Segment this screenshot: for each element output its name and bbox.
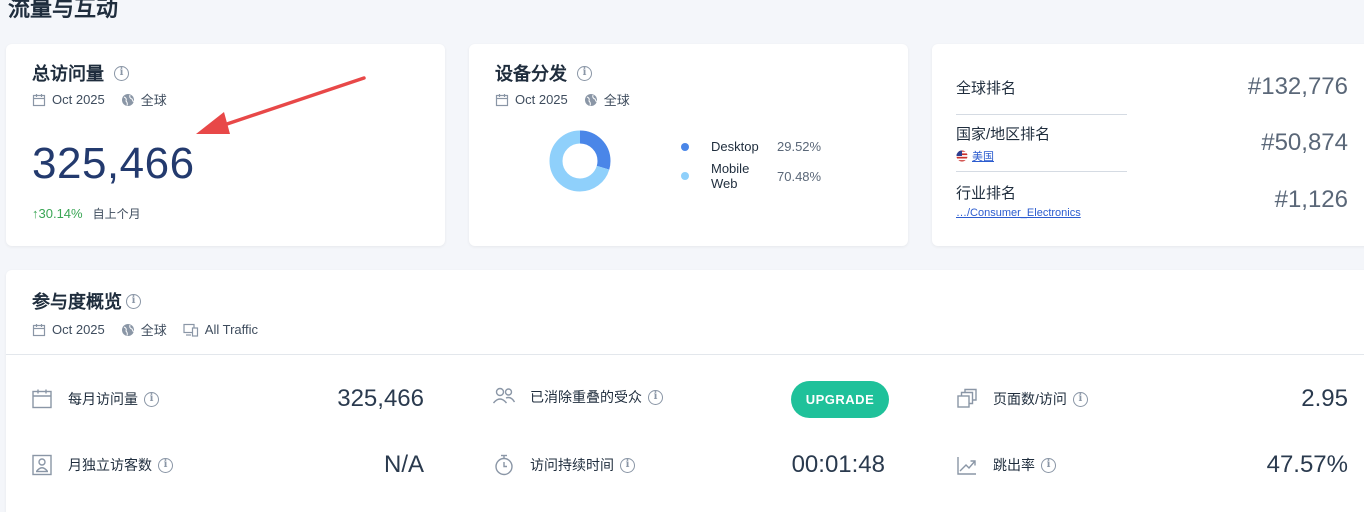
country-rank-text: 国家/地区排名 美国 <box>956 123 1050 164</box>
metric-label: 每月访问量 i <box>68 389 159 409</box>
device-date: Oct 2025 <box>515 92 568 107</box>
metric-visit-duration: 访问持续时间 i <box>492 450 635 480</box>
info-icon[interactable]: i <box>114 65 129 81</box>
calendar-icon <box>30 387 54 411</box>
industry-link[interactable]: …/Consumer_Electronics <box>956 207 1081 219</box>
calendar-icon <box>32 323 46 336</box>
us-flag-icon <box>956 150 968 161</box>
legend-value: 70.48% <box>777 168 822 184</box>
engagement-meta: Oct 2025 全球 All Traffic <box>32 320 1346 339</box>
metric-label: 页面数/访问 i <box>993 389 1088 409</box>
info-icon[interactable]: i <box>1072 391 1088 407</box>
upgrade-button[interactable]: UPGRADE <box>791 381 889 418</box>
metric-label: 已消除重叠的受众 i <box>530 387 663 407</box>
legend-desktop: Desktop 29.52% <box>681 139 821 154</box>
pages-per-visit-value: 2.95 <box>1301 385 1348 412</box>
global-rank-label: 全球排名 <box>956 79 1017 97</box>
info-icon[interactable]: i <box>1041 457 1056 473</box>
metric-dedup-audience: 已消除重叠的受众 i <box>492 382 663 412</box>
industry-rank-text: 行业排名 …/Consumer_Electronics <box>956 182 1081 219</box>
stopwatch-icon <box>492 453 516 477</box>
legend-value: 29.52% <box>777 139 822 154</box>
unique-visitors-value: N/A <box>383 451 424 478</box>
industry-rank-value: #1,126 <box>1274 186 1348 213</box>
metric-pages-per-visit: 页面数/访问 i <box>955 384 1088 414</box>
industry-rank-row: 行业排名 …/Consumer_Electronics #1,126 <box>956 179 1348 221</box>
metric-monthly-visits: 每月访问量 i <box>30 384 159 414</box>
monthly-visits-value: 325,466 <box>337 385 424 412</box>
engagement-header: 参与度概览 i Oct 2025 全球 All Traffic <box>6 270 1364 355</box>
industry-rank-sub: …/Consumer_Electronics <box>956 207 1081 219</box>
info-icon[interactable]: i <box>158 457 173 473</box>
monthly-visits-label: 每月访问量 <box>68 391 138 407</box>
visitor-card-icon <box>30 453 54 477</box>
visit-duration-value: 00:01:48 <box>791 451 885 478</box>
total-visits-value: 325,466 <box>32 139 195 188</box>
bounce-icon <box>955 453 979 477</box>
device-header: 设备分发 i <box>495 60 882 86</box>
devices-icon <box>183 323 198 337</box>
device-title: 设备分发 <box>495 64 567 84</box>
device-region: 全球 <box>603 93 630 108</box>
legend-dot-mobile <box>681 172 689 180</box>
dedup-audience-label: 已消除重叠的受众 <box>530 389 642 405</box>
engagement-traffic: All Traffic <box>204 322 258 337</box>
total-visits-change: ↑30.14% 自上个月 <box>32 205 419 222</box>
total-visits-region: 全球 <box>140 93 167 108</box>
rank-card: 全球排名 #132,776 国家/地区排名 美国 #50,874 行业排名 …/… <box>932 44 1364 246</box>
annotation-arrow-icon <box>196 76 366 134</box>
legend-mobile: Mobile Web 70.48% <box>681 161 821 191</box>
engagement-date: Oct 2025 <box>52 322 105 337</box>
country-rank-value: #50,874 <box>1261 129 1348 156</box>
info-icon[interactable]: i <box>648 389 663 405</box>
change-value: 30.14% <box>38 206 83 221</box>
calendar-icon <box>32 93 46 106</box>
engagement-region: 全球 <box>140 323 167 338</box>
engagement-card: 参与度概览 i Oct 2025 全球 All Traffic 每月访问量 i … <box>6 270 1364 512</box>
metric-label: 访问持续时间 i <box>530 455 635 475</box>
device-legend: Desktop 29.52% Mobile Web 70.48% <box>681 139 821 198</box>
metric-label: 跳出率 i <box>993 455 1056 475</box>
globe-icon <box>121 93 134 106</box>
metric-bounce-rate: 跳出率 i <box>955 450 1056 480</box>
industry-rank-label: 行业排名 <box>956 184 1017 202</box>
device-card: 设备分发 i Oct 2025 全球 Desktop 29.52% Mobile… <box>469 44 908 246</box>
legend-label: Mobile Web <box>711 161 750 191</box>
pages-icon <box>955 387 979 411</box>
device-meta: Oct 2025 全球 <box>495 90 882 109</box>
change-note: 自上个月 <box>92 207 141 221</box>
info-icon[interactable]: i <box>144 391 159 407</box>
visit-duration-label: 访问持续时间 <box>530 457 614 473</box>
country-rank-row: 国家/地区排名 美国 #50,874 <box>956 122 1348 164</box>
pages-per-visit-label: 页面数/访问 <box>993 391 1067 407</box>
users-icon <box>492 385 516 409</box>
engagement-title: 参与度概览 <box>32 292 122 312</box>
globe-icon <box>584 93 597 106</box>
legend-dot-desktop <box>681 142 689 151</box>
global-rank-row: 全球排名 #132,776 <box>956 72 1348 102</box>
country-rank-label: 国家/地区排名 <box>956 125 1051 143</box>
info-icon[interactable]: i <box>620 457 635 473</box>
legend-label: Desktop <box>711 139 759 154</box>
total-visits-title: 总访问量 <box>32 64 104 84</box>
metric-unique-visitors: 月独立访客数 i <box>30 450 173 480</box>
globe-icon <box>121 323 134 336</box>
section-title: 流量与互动 <box>8 0 119 21</box>
engagement-title-row: 参与度概览 i <box>32 288 1346 314</box>
divider <box>956 114 1127 115</box>
bounce-rate-label: 跳出率 <box>993 457 1035 473</box>
unique-visitors-label: 月独立访客数 <box>68 457 152 473</box>
change-up: ↑30.14% <box>32 206 83 221</box>
info-icon[interactable]: i <box>126 293 141 309</box>
device-donut <box>549 130 611 197</box>
country-rank-sub: 美国 <box>956 148 1050 164</box>
divider <box>956 171 1127 172</box>
metric-label: 月独立访客数 i <box>68 455 173 475</box>
total-visits-date: Oct 2025 <box>52 92 105 107</box>
country-link[interactable]: 美国 <box>972 148 994 164</box>
calendar-icon <box>495 93 509 106</box>
info-icon[interactable]: i <box>577 65 592 81</box>
bounce-rate-value: 47.57% <box>1266 451 1348 478</box>
global-rank-value: #132,776 <box>1247 73 1348 100</box>
